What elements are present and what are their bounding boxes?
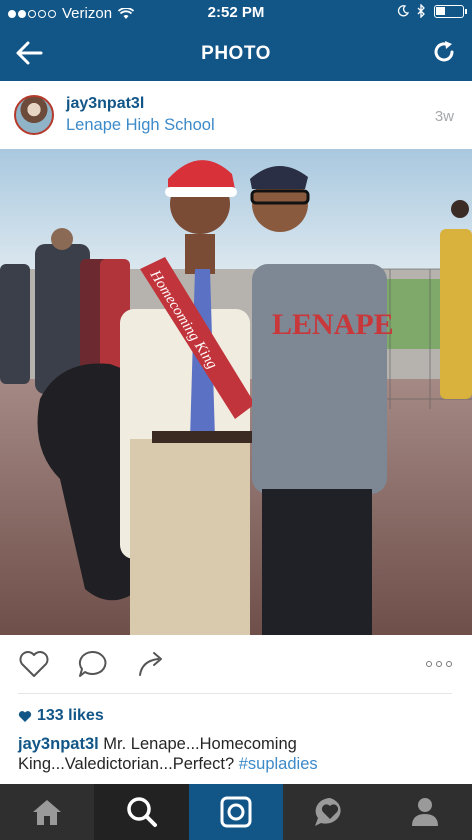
post-photo[interactable]: Homecoming King LENAPE [0,149,472,635]
post-header: jay3npat3l Lenape High School 3w [0,81,472,149]
post-caption: jay3npat3l Mr. Lenape...Homecoming King.… [18,734,458,774]
bluetooth-icon [417,4,425,18]
filled-heart-icon [18,710,32,722]
more-options-icon[interactable] [426,661,452,667]
heart-icon[interactable] [18,649,50,679]
tab-profile[interactable] [378,784,472,840]
post-age: 3w [434,108,454,125]
comment-icon[interactable] [76,649,108,679]
photo-illustration: Homecoming King LENAPE [0,149,472,635]
camera-icon [220,796,252,828]
likes-label: 133 likes [37,707,104,724]
moon-icon [397,5,409,17]
tab-activity[interactable] [283,784,377,840]
top-bar: Verizon 2:52 PM PHOTO [0,0,472,81]
status-right [397,4,467,18]
tab-camera[interactable] [188,784,284,840]
refresh-icon[interactable] [430,38,458,66]
profile-icon [411,798,438,826]
post-location[interactable]: Lenape High School [66,116,215,135]
divider [18,693,452,694]
status-bar: Verizon 2:52 PM [0,0,472,26]
home-icon [33,800,62,825]
page-title: PHOTO [201,43,271,64]
hoodie-text: LENAPE [272,308,394,341]
search-icon [126,797,157,827]
tab-home[interactable] [0,784,94,840]
post-actions [0,635,472,695]
battery-icon [434,4,467,18]
tab-search[interactable] [94,784,189,840]
like-count[interactable]: 133 likes [18,707,104,725]
heart-bubble-icon [315,798,342,826]
caption-hashtag[interactable]: #supladies [239,755,318,773]
avatar[interactable] [14,95,54,135]
caption-username[interactable]: jay3npat3l [18,735,99,753]
share-icon[interactable] [136,649,166,679]
post-username[interactable]: jay3npat3l [66,95,144,113]
tab-bar [0,784,472,840]
nav-bar: PHOTO [0,26,472,81]
